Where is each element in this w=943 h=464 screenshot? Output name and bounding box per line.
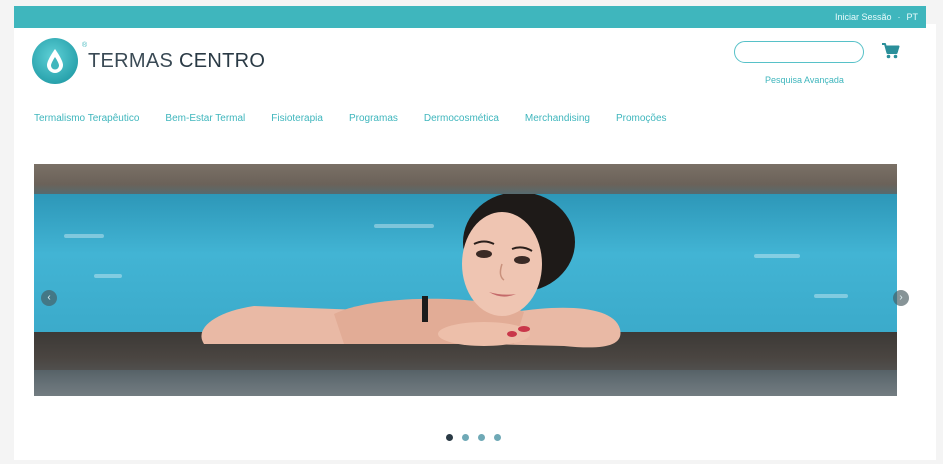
logo[interactable]: ® TERMAS CENTRO bbox=[32, 38, 265, 84]
carousel-dot-3[interactable] bbox=[478, 434, 485, 441]
carousel-dots bbox=[446, 434, 501, 441]
hero-banner-image bbox=[34, 164, 897, 396]
divider: · bbox=[897, 12, 901, 22]
registered-mark: ® bbox=[82, 42, 88, 49]
login-link[interactable]: Iniciar Sessão bbox=[835, 12, 892, 22]
logo-wordmark: TERMAS CENTRO bbox=[88, 50, 265, 73]
nav-item-programas[interactable]: Programas bbox=[349, 113, 398, 124]
nav-item-fisioterapia[interactable]: Fisioterapia bbox=[271, 113, 323, 124]
nav-item-termalismo-terapeutico[interactable]: Termalismo Terapêutico bbox=[34, 113, 139, 124]
water-ripple bbox=[94, 274, 122, 278]
pool-wall bbox=[34, 164, 897, 198]
carousel-dot-2[interactable] bbox=[462, 434, 469, 441]
language-link[interactable]: PT bbox=[906, 12, 918, 22]
water-ripple bbox=[64, 234, 104, 238]
carousel-dot-4[interactable] bbox=[494, 434, 501, 441]
carousel-next-button[interactable]: › bbox=[893, 290, 909, 306]
nav-item-merchandising[interactable]: Merchandising bbox=[525, 113, 590, 124]
main-nav: Termalismo Terapêutico Bem-Estar Termal … bbox=[34, 113, 693, 124]
cart-icon[interactable] bbox=[881, 42, 901, 60]
water-ripple bbox=[814, 294, 848, 298]
logo-word-termas: TERMAS bbox=[88, 49, 174, 72]
nav-item-promocoes[interactable]: Promoções bbox=[616, 113, 667, 124]
nav-item-bem-estar-termal[interactable]: Bem-Estar Termal bbox=[165, 113, 245, 124]
water-ripple bbox=[754, 254, 800, 258]
ledge-reflection bbox=[34, 370, 897, 396]
nav-item-dermocosmetica[interactable]: Dermocosmética bbox=[424, 113, 499, 124]
search-input[interactable] bbox=[734, 41, 864, 63]
carousel-dot-1[interactable] bbox=[446, 434, 453, 441]
logo-drop-icon: ® bbox=[32, 38, 87, 84]
top-bar: Iniciar Sessão · PT bbox=[14, 6, 926, 28]
advanced-search-link[interactable]: Pesquisa Avançada bbox=[765, 75, 844, 85]
logo-word-centro: CENTRO bbox=[179, 49, 266, 72]
carousel-prev-button[interactable]: ‹ bbox=[41, 290, 57, 306]
woman-in-pool-illustration bbox=[201, 194, 621, 348]
